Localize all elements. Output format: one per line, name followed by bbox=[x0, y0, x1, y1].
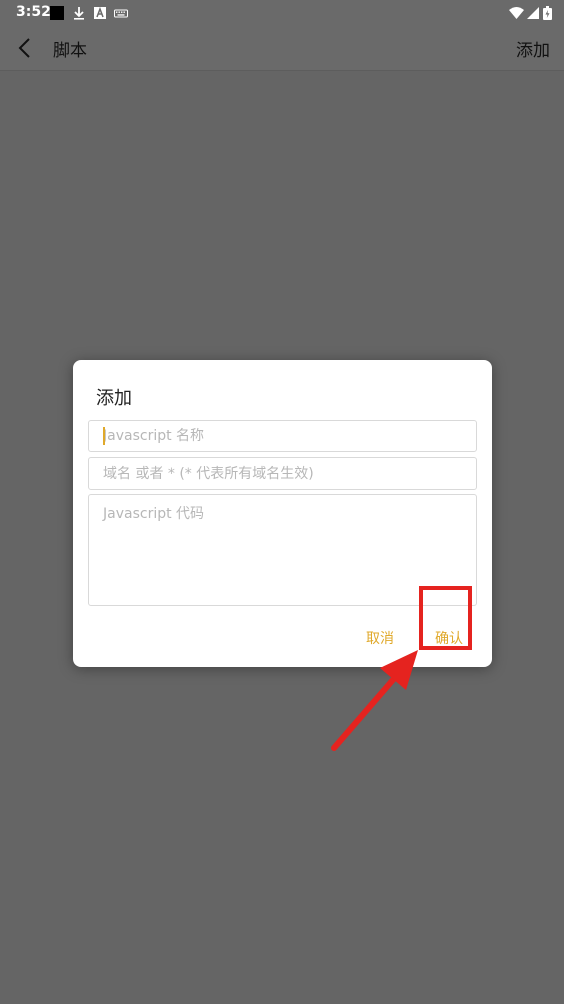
domain-input[interactable] bbox=[88, 457, 477, 490]
status-time: 3:52 bbox=[16, 4, 51, 20]
back-button[interactable] bbox=[12, 34, 40, 62]
chevron-left-icon bbox=[18, 38, 30, 58]
text-cursor bbox=[103, 427, 105, 445]
add-button[interactable]: 添加 bbox=[516, 36, 550, 61]
app-bar: 脚本 添加 bbox=[0, 26, 564, 71]
dialog-title: 添加 bbox=[96, 388, 132, 409]
wifi-icon bbox=[509, 7, 524, 19]
signal-icon bbox=[527, 7, 539, 19]
download-icon bbox=[74, 7, 84, 20]
script-name-input[interactable] bbox=[88, 420, 477, 452]
red-arrow-icon bbox=[331, 650, 418, 751]
keyboard-icon bbox=[114, 9, 128, 18]
page-title: 脚本 bbox=[53, 41, 87, 61]
a-letter-icon bbox=[94, 6, 106, 19]
battery-icon bbox=[543, 6, 552, 20]
status-bar: 3:52 bbox=[0, 0, 564, 26]
black-square-icon bbox=[50, 6, 64, 20]
